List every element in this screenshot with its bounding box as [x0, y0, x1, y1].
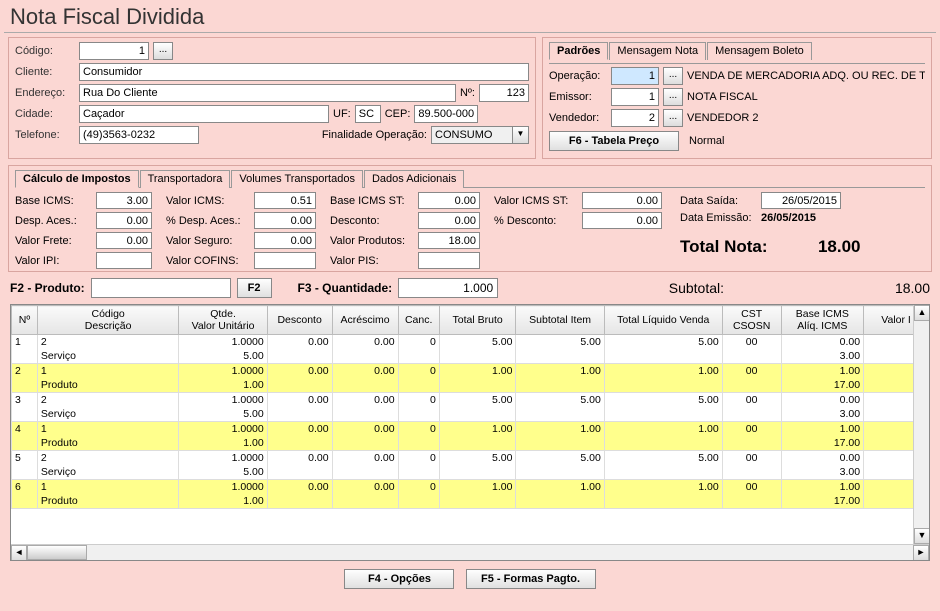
- grid-header[interactable]: CódigoDescrição: [37, 306, 178, 335]
- valor-pis-input[interactable]: [418, 252, 480, 269]
- tab-calculo-impostos[interactable]: Cálculo de Impostos: [15, 170, 139, 188]
- grid-header[interactable]: Total Líquido Venda: [604, 306, 722, 335]
- operacao-desc: VENDA DE MERCADORIA ADQ. OU REC. DE TER: [687, 70, 925, 82]
- grid-header[interactable]: Total Bruto: [439, 306, 516, 335]
- tab-mensagem-nota[interactable]: Mensagem Nota: [609, 42, 706, 60]
- grid-header[interactable]: Base ICMSAlíq. ICMS: [781, 306, 864, 335]
- base-icms-input[interactable]: [96, 192, 152, 209]
- table-row[interactable]: 521.00000.000.0005.005.005.00000.00: [12, 451, 929, 466]
- vendedor-input[interactable]: [611, 109, 659, 127]
- cidade-label: Cidade:: [15, 108, 75, 120]
- padroes-panel: Padrões Mensagem Nota Mensagem Boleto Op…: [542, 37, 932, 159]
- valor-icms-st-input[interactable]: [582, 192, 662, 209]
- desp-aces-input[interactable]: [96, 212, 152, 229]
- telefone-label: Telefone:: [15, 129, 75, 141]
- operacao-input[interactable]: [611, 67, 659, 85]
- table-row[interactable]: 411.00000.000.0001.001.001.00001.00: [12, 422, 929, 437]
- valor-cofins-input[interactable]: [254, 252, 316, 269]
- table-row[interactable]: 211.00000.000.0001.001.001.00001.00: [12, 364, 929, 379]
- codigo-lookup-button[interactable]: ...: [153, 42, 173, 60]
- grid-header[interactable]: Acréscimo: [332, 306, 398, 335]
- valor-produtos-input[interactable]: [418, 232, 480, 249]
- produto-input[interactable]: [91, 278, 231, 298]
- quantidade-input[interactable]: [398, 278, 498, 298]
- horizontal-scrollbar[interactable]: ◄ ►: [11, 544, 929, 560]
- f3-quantidade-label: F3 - Quantidade:: [298, 281, 393, 295]
- table-row[interactable]: 121.00000.000.0005.005.005.00000.00: [12, 335, 929, 350]
- cliente-label: Cliente:: [15, 66, 75, 78]
- subtotal-value: 18.00: [850, 280, 930, 296]
- cep-label: CEP:: [385, 108, 411, 120]
- vendedor-lookup-button[interactable]: ...: [663, 109, 683, 127]
- f2-button[interactable]: F2: [237, 278, 272, 298]
- tab-volumes-transportados[interactable]: Volumes Transportados: [231, 170, 363, 188]
- table-row[interactable]: 321.00000.000.0005.005.005.00000.00: [12, 393, 929, 408]
- table-row[interactable]: 611.00000.000.0001.001.001.00001.00: [12, 480, 929, 495]
- num-label: Nº:: [460, 87, 475, 99]
- data-emissao-value: 26/05/2015: [761, 212, 816, 224]
- grid-header[interactable]: Qtde.Valor Unitário: [179, 306, 267, 335]
- uf-label: UF:: [333, 108, 351, 120]
- valor-ipi-input[interactable]: [96, 252, 152, 269]
- total-nota-value: 18.00: [771, 237, 861, 257]
- valor-frete-input[interactable]: [96, 232, 152, 249]
- chevron-down-icon[interactable]: ▼: [513, 126, 529, 144]
- telefone-input[interactable]: [79, 126, 199, 144]
- num-input[interactable]: [479, 84, 529, 102]
- uf-input[interactable]: [355, 105, 381, 123]
- codigo-label: Código:: [15, 45, 75, 57]
- scroll-left-icon[interactable]: ◄: [11, 545, 27, 561]
- client-panel: Código: ... Cliente: Endereço: Nº: Cidad…: [8, 37, 536, 159]
- pct-desp-input[interactable]: [254, 212, 316, 229]
- finalidade-select[interactable]: ▼: [431, 126, 529, 144]
- f6-desc: Normal: [689, 135, 724, 147]
- f6-tabela-preco-button[interactable]: F6 - Tabela Preço: [549, 131, 679, 151]
- vendedor-label: Vendedor:: [549, 112, 607, 124]
- scroll-right-icon[interactable]: ►: [913, 545, 929, 561]
- valor-seguro-input[interactable]: [254, 232, 316, 249]
- f5-formas-pagto-button[interactable]: F5 - Formas Pagto.: [466, 569, 596, 589]
- operacao-lookup-button[interactable]: ...: [663, 67, 683, 85]
- vendedor-desc: VENDEDOR 2: [687, 112, 759, 124]
- grid-header[interactable]: Desconto: [267, 306, 332, 335]
- items-grid[interactable]: NºCódigoDescriçãoQtde.Valor UnitárioDesc…: [10, 304, 930, 561]
- emissor-label: Emissor:: [549, 91, 607, 103]
- grid-header[interactable]: CSTCSOSN: [722, 306, 781, 335]
- grid-header[interactable]: Canc.: [398, 306, 439, 335]
- emissor-lookup-button[interactable]: ...: [663, 88, 683, 106]
- tab-transportadora[interactable]: Transportadora: [140, 170, 231, 188]
- subtotal-label: Subtotal:: [669, 280, 724, 296]
- endereco-label: Endereço:: [15, 87, 75, 99]
- tab-dados-adicionais[interactable]: Dados Adicionais: [364, 170, 464, 188]
- pct-desconto-input[interactable]: [582, 212, 662, 229]
- base-icms-st-input[interactable]: [418, 192, 480, 209]
- tab-mensagem-boleto[interactable]: Mensagem Boleto: [707, 42, 812, 60]
- data-saida-input[interactable]: [761, 192, 841, 209]
- endereco-input[interactable]: [79, 84, 456, 102]
- codigo-input[interactable]: [79, 42, 149, 60]
- f2-produto-label: F2 - Produto:: [10, 281, 85, 295]
- scroll-down-icon[interactable]: ▼: [914, 528, 930, 544]
- tab-padroes[interactable]: Padrões: [549, 42, 608, 60]
- vertical-scrollbar[interactable]: ▲ ▼: [913, 305, 929, 544]
- cliente-input[interactable]: [79, 63, 529, 81]
- total-nota-label: Total Nota:: [680, 237, 768, 257]
- emissor-input[interactable]: [611, 88, 659, 106]
- finalidade-label: Finalidade Operação:: [322, 129, 427, 141]
- grid-header[interactable]: Subtotal Item: [516, 306, 604, 335]
- operacao-label: Operação:: [549, 70, 607, 82]
- cep-input[interactable]: [414, 105, 478, 123]
- desconto-input[interactable]: [418, 212, 480, 229]
- f4-opcoes-button[interactable]: F4 - Opções: [344, 569, 454, 589]
- cidade-input[interactable]: [79, 105, 329, 123]
- emissor-desc: NOTA FISCAL: [687, 91, 758, 103]
- page-title: Nota Fiscal Dividida: [0, 0, 940, 32]
- scroll-up-icon[interactable]: ▲: [914, 305, 930, 321]
- grid-header[interactable]: Nº: [12, 306, 38, 335]
- valor-icms-input[interactable]: [254, 192, 316, 209]
